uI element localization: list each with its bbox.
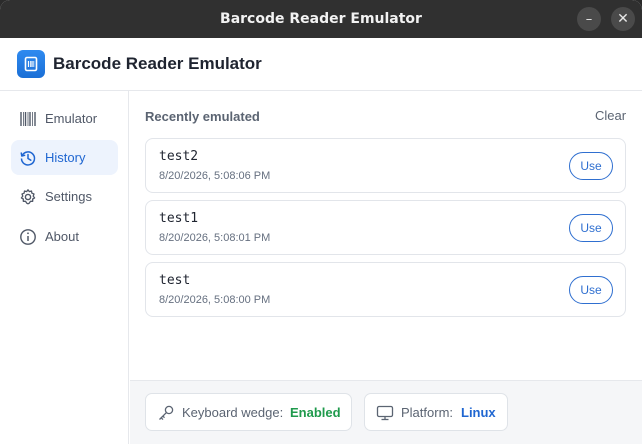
barcode-value: test2 — [159, 149, 199, 164]
sidebar-item-history[interactable]: History — [11, 140, 118, 175]
platform-label: Platform: — [401, 405, 454, 420]
title-bar[interactable]: Barcode Reader Emulator – ✕ — [0, 0, 642, 38]
keyboard-wedge-label: Keyboard wedge: — [182, 405, 284, 420]
status-bar: Keyboard wedge: Enabled Platform: Linux — [130, 380, 642, 444]
window-title: Barcode Reader Emulator — [220, 11, 422, 27]
use-button[interactable]: Use — [569, 214, 613, 242]
use-button[interactable]: Use — [569, 276, 613, 304]
use-button[interactable]: Use — [569, 152, 613, 180]
platform-value: Linux — [461, 405, 496, 420]
timestamp: 8/20/2026, 5:08:01 PM — [159, 232, 271, 244]
sidebar-item-settings[interactable]: Settings — [11, 179, 118, 214]
sidebar-item-label: Settings — [45, 189, 92, 204]
sidebar-item-label: History — [45, 150, 86, 165]
app-window: Barcode Reader Emulator – ✕ Barcode Read… — [0, 0, 642, 444]
timestamp: 8/20/2026, 5:08:00 PM — [159, 294, 271, 306]
platform-status: Platform: Linux — [364, 393, 508, 431]
list-item: test2 8/20/2026, 5:08:06 PM Use — [145, 138, 626, 193]
monitor-icon — [376, 404, 394, 422]
sidebar-item-label: About — [45, 229, 79, 244]
minimize-button[interactable]: – — [577, 7, 601, 31]
app-title: Barcode Reader Emulator — [53, 54, 262, 73]
barcode-icon — [19, 110, 37, 128]
sidebar-item-emulator[interactable]: Emulator — [11, 101, 118, 136]
sidebar: Emulator History Settings About — [0, 91, 129, 444]
info-icon — [19, 228, 37, 246]
app-header: Barcode Reader Emulator — [0, 38, 642, 91]
barcode-value: test1 — [159, 211, 199, 226]
sidebar-item-label: Emulator — [45, 111, 98, 126]
main-panel: Recently emulated Clear test2 8/20/2026,… — [130, 91, 642, 380]
key-icon — [157, 404, 175, 422]
history-icon — [19, 149, 37, 167]
list-item: test1 8/20/2026, 5:08:01 PM Use — [145, 200, 626, 255]
close-button[interactable]: ✕ — [611, 7, 635, 31]
sidebar-item-about[interactable]: About — [11, 219, 118, 254]
close-icon: ✕ — [617, 11, 629, 27]
timestamp: 8/20/2026, 5:08:06 PM — [159, 170, 271, 182]
barcode-value: test — [159, 273, 191, 288]
keyboard-wedge-status: Keyboard wedge: Enabled — [145, 393, 352, 431]
barcode-reader-icon — [17, 50, 45, 78]
clear-button[interactable]: Clear — [595, 108, 626, 123]
keyboard-wedge-value: Enabled — [290, 405, 341, 420]
list-item: test 8/20/2026, 5:08:00 PM Use — [145, 262, 626, 317]
gear-icon — [19, 188, 37, 206]
section-title: Recently emulated — [145, 109, 260, 124]
minimize-icon: – — [585, 12, 593, 27]
